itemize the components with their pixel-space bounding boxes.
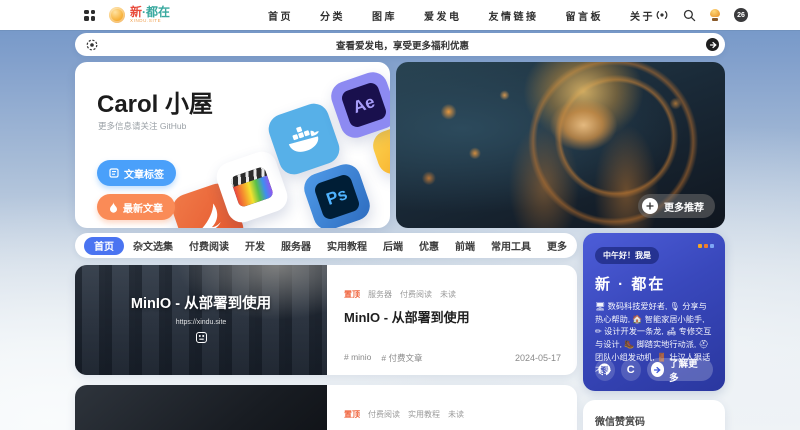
nav-menu: 首页 分类 图库 爱发电 友情链接 留言板 关于 bbox=[268, 8, 655, 23]
meta-read-status: 未读 bbox=[448, 409, 464, 420]
article-card-minio: MinIO - 从部署到使用 https://xindu.site 置顶 服务器… bbox=[75, 265, 577, 375]
nav-item-home[interactable]: 首页 bbox=[268, 8, 293, 23]
article-date: 2024-05-17 bbox=[515, 353, 561, 363]
announcement-banner[interactable]: 查看爱发电，享受更多福利优惠 bbox=[75, 33, 725, 56]
after-effects-app-icon: Ae bbox=[327, 68, 390, 142]
latest-articles-button[interactable]: 最新文章 bbox=[97, 194, 175, 220]
logo-title: 新·都在 bbox=[130, 6, 170, 18]
arrow-right-icon bbox=[651, 362, 664, 377]
github-icon[interactable] bbox=[595, 359, 615, 381]
wechat-reward-title: 微信赞赏码 bbox=[595, 413, 713, 428]
tab-tutorials[interactable]: 实用教程 bbox=[320, 238, 374, 253]
article-tags: # minio # 付费文章 bbox=[344, 352, 423, 364]
logo-moon-icon bbox=[109, 7, 125, 23]
arrow-right-icon[interactable] bbox=[706, 38, 719, 51]
thumbnail-logo-icon bbox=[196, 330, 207, 348]
app-grid-icon[interactable] bbox=[84, 10, 95, 21]
c-social-icon[interactable]: C bbox=[621, 359, 641, 381]
site-logo[interactable]: 新·都在 XINDU.SITE bbox=[109, 6, 170, 24]
hero-profile-card: Ae Ps Carol 小屋 更多信息请关注 GitHub 文章标签 最新文章 bbox=[75, 62, 390, 228]
article-thumbnail[interactable]: MinIO - 从部署到使用 https://xindu.site bbox=[75, 265, 327, 375]
top-navbar: 新·都在 XINDU.SITE 首页 分类 图库 爱发电 友情链接 留言板 关于… bbox=[0, 0, 800, 30]
announcement-gear-icon bbox=[85, 38, 99, 52]
card-corner-decoration bbox=[698, 244, 714, 248]
learn-more-button[interactable]: 了解更多 bbox=[647, 358, 713, 381]
nav-item-gallery[interactable]: 图库 bbox=[372, 8, 397, 23]
tab-essays[interactable]: 杂文选集 bbox=[126, 238, 180, 253]
tag-link[interactable]: # minio bbox=[344, 352, 371, 364]
tab-server[interactable]: 服务器 bbox=[274, 238, 318, 253]
meta-category[interactable]: 付费阅读 bbox=[368, 409, 400, 420]
hero-title: Carol 小屋 bbox=[97, 84, 213, 119]
article-card-halo: 【halo】从部署到访问 置顶 付费阅读 实用教程 未读 【halo】从部署到访… bbox=[75, 385, 577, 430]
tab-development[interactable]: 开发 bbox=[238, 238, 272, 253]
article-tags-button[interactable]: 文章标签 bbox=[97, 160, 176, 186]
article-meta: 置顶 付费阅读 实用教程 未读 bbox=[344, 409, 561, 420]
tab-paid-reading[interactable]: 付费阅读 bbox=[182, 238, 236, 253]
more-recommendations-button[interactable]: 更多推荐 bbox=[638, 194, 715, 218]
pinned-badge: 置顶 bbox=[344, 409, 360, 420]
nav-item-links[interactable]: 友情链接 bbox=[489, 8, 539, 23]
notification-count-badge[interactable]: 26 bbox=[734, 8, 748, 22]
nav-item-categories[interactable]: 分类 bbox=[320, 8, 345, 23]
author-profile-card: 中午好！我是 新 · 都在 🖥 数码科技爱好者, 🎙 分享与热心帮助, 🏠 智能… bbox=[583, 233, 725, 391]
plus-icon bbox=[642, 198, 658, 214]
tab-home[interactable]: 首页 bbox=[84, 237, 124, 255]
meta-category[interactable]: 服务器 bbox=[368, 289, 392, 300]
nav-actions: 26 bbox=[655, 8, 748, 22]
meta-read-status: 未读 bbox=[440, 289, 456, 300]
nav-item-messageboard[interactable]: 留言板 bbox=[566, 8, 604, 23]
photoshop-app-icon: Ps bbox=[300, 160, 374, 228]
category-tab-bar: 首页 杂文选集 付费阅读 开发 服务器 实用教程 后端 优惠 前端 常用工具 更… bbox=[75, 233, 577, 258]
meta-category[interactable]: 实用教程 bbox=[408, 409, 440, 420]
greeting-badge: 中午好！我是 bbox=[595, 247, 659, 264]
thumbnail-title: MinIO - 从部署到使用 bbox=[131, 292, 271, 313]
hero-recommendation-image[interactable]: 更多推荐 bbox=[396, 62, 725, 228]
page: 新·都在 XINDU.SITE 首页 分类 图库 爱发电 友情链接 留言板 关于… bbox=[0, 0, 800, 430]
announcement-text: 查看爱发电，享受更多福利优惠 bbox=[99, 38, 706, 52]
broadcast-icon[interactable] bbox=[655, 8, 669, 22]
logo-subtext: XINDU.SITE bbox=[130, 19, 170, 24]
meta-category[interactable]: 付费阅读 bbox=[400, 289, 432, 300]
article-thumbnail[interactable]: 【halo】从部署到访问 bbox=[75, 385, 327, 430]
tab-frontend[interactable]: 前端 bbox=[448, 238, 482, 253]
thumbnail-url: https://xindu.site bbox=[176, 319, 227, 326]
tab-deals[interactable]: 优惠 bbox=[412, 238, 446, 253]
article-title[interactable]: MinIO - 从部署到使用 bbox=[344, 307, 561, 326]
tag-link[interactable]: # 付费文章 bbox=[381, 352, 422, 364]
trophy-emoji-icon[interactable] bbox=[709, 9, 721, 21]
article-meta: 置顶 服务器 付费阅读 未读 bbox=[344, 289, 561, 300]
tab-backend[interactable]: 后端 bbox=[376, 238, 410, 253]
hero-subtitle: 更多信息请关注 GitHub bbox=[98, 120, 186, 132]
tab-tools[interactable]: 常用工具 bbox=[484, 238, 538, 253]
pinned-badge: 置顶 bbox=[344, 289, 360, 300]
nav-item-about[interactable]: 关于 bbox=[630, 8, 655, 23]
wechat-reward-widget: 微信赞赏码 bbox=[583, 400, 725, 430]
author-name: 新 · 都在 bbox=[595, 273, 713, 294]
nav-item-afdian[interactable]: 爱发电 bbox=[424, 8, 462, 23]
tab-more[interactable]: 更多 bbox=[540, 238, 574, 253]
search-icon[interactable] bbox=[682, 8, 696, 22]
